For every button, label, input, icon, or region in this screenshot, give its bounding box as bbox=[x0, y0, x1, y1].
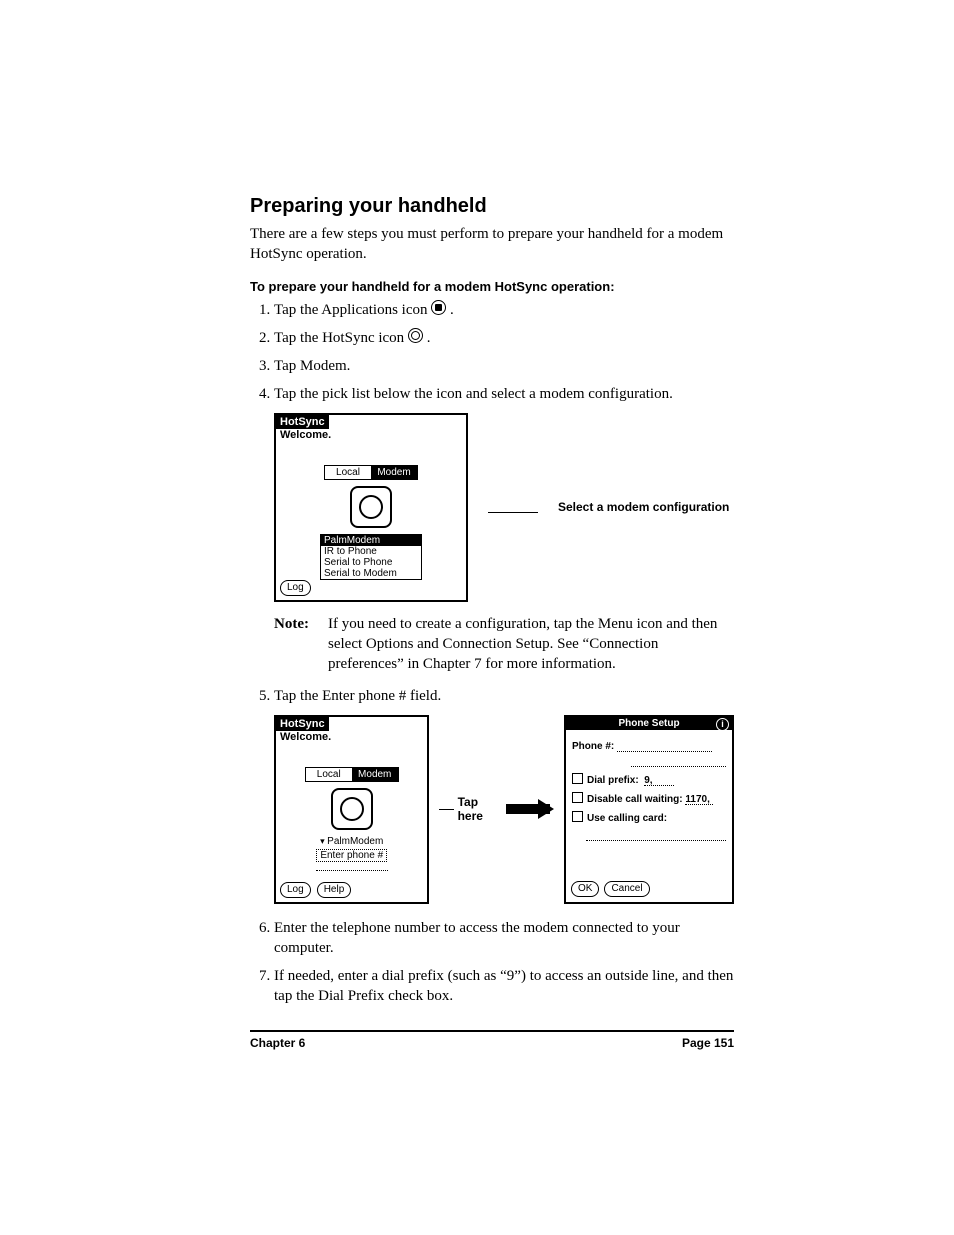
use-calling-card-label: Use calling card: bbox=[587, 813, 667, 824]
picklist-option[interactable]: Serial to Phone bbox=[321, 557, 421, 568]
footer-rule bbox=[250, 1030, 734, 1032]
dial-prefix-checkbox[interactable] bbox=[572, 773, 583, 784]
dial-prefix-value[interactable]: 9, bbox=[644, 775, 674, 786]
step-text: Tap the Applications icon bbox=[274, 302, 431, 318]
log-button[interactable]: Log bbox=[280, 580, 311, 596]
page-footer: Chapter 6 Page 151 bbox=[250, 1030, 734, 1050]
welcome-label: Welcome. bbox=[276, 429, 466, 441]
ok-button[interactable]: OK bbox=[571, 881, 599, 897]
step-text: Tap the HotSync icon bbox=[274, 330, 408, 346]
phone-number-field-2[interactable] bbox=[631, 756, 726, 767]
sync-mode-tabs: Local Modem bbox=[324, 465, 418, 480]
figure-phone-setup: HotSync Welcome. Local Modem PalmModem E… bbox=[274, 715, 734, 904]
sync-button-icon[interactable] bbox=[350, 486, 392, 528]
callout-line bbox=[439, 809, 453, 810]
page-number: Page 151 bbox=[682, 1036, 734, 1050]
disable-call-waiting-label: Disable call waiting: bbox=[587, 794, 683, 805]
figure-hotsync-picklist: HotSync Welcome. Local Modem PalmModem I… bbox=[274, 413, 734, 602]
note-label: Note: bbox=[274, 614, 318, 675]
step-1: Tap the Applications icon . bbox=[274, 300, 734, 320]
sync-mode-tabs: Local Modem bbox=[305, 767, 399, 782]
callout-label: Select a modem configuration bbox=[558, 500, 729, 514]
disable-call-waiting-checkbox[interactable] bbox=[572, 792, 583, 803]
calling-card-field[interactable] bbox=[586, 830, 726, 841]
window-title: HotSync bbox=[276, 415, 329, 429]
step-text: . bbox=[427, 330, 431, 346]
log-button[interactable]: Log bbox=[280, 882, 311, 898]
palm-screen: HotSync Welcome. Local Modem PalmModem I… bbox=[274, 413, 468, 602]
help-button[interactable]: Help bbox=[317, 882, 352, 898]
step-7: If needed, enter a dial prefix (such as … bbox=[274, 966, 734, 1007]
tab-modem[interactable]: Modem bbox=[352, 768, 398, 781]
window-title: HotSync bbox=[276, 717, 329, 731]
picklist-selected[interactable]: PalmModem bbox=[321, 535, 421, 546]
dialog-title-text: Phone Setup bbox=[618, 718, 679, 729]
use-calling-card-checkbox[interactable] bbox=[572, 811, 583, 822]
palm-screen-enter-phone: HotSync Welcome. Local Modem PalmModem E… bbox=[274, 715, 429, 904]
picklist-option[interactable]: IR to Phone bbox=[321, 546, 421, 557]
phone-underline bbox=[316, 864, 388, 871]
step-2: Tap the HotSync icon . bbox=[274, 328, 734, 348]
sync-button-icon[interactable] bbox=[331, 788, 373, 830]
modem-config-trigger[interactable]: PalmModem bbox=[276, 836, 427, 847]
enter-phone-field[interactable]: Enter phone # bbox=[316, 849, 387, 862]
welcome-label: Welcome. bbox=[276, 731, 427, 743]
dialog-title: Phone Setup i bbox=[566, 717, 732, 730]
tab-modem[interactable]: Modem bbox=[371, 466, 417, 479]
info-icon[interactable]: i bbox=[716, 718, 729, 731]
step-3: Tap Modem. bbox=[274, 356, 734, 376]
disable-call-waiting-value[interactable]: 1170, bbox=[685, 794, 713, 805]
arrow-icon bbox=[506, 801, 554, 817]
procedure-subheading: To prepare your handheld for a modem Hot… bbox=[250, 279, 734, 294]
phone-setup-dialog: Phone Setup i Phone #: Dial prefix: 9, D… bbox=[564, 715, 734, 904]
callout-line bbox=[488, 512, 538, 513]
step-5: Tap the Enter phone # field. bbox=[274, 686, 734, 706]
tab-local[interactable]: Local bbox=[325, 466, 371, 479]
note-block: Note: If you need to create a configurat… bbox=[274, 614, 734, 675]
chapter-label: Chapter 6 bbox=[250, 1036, 305, 1050]
step-4: Tap the pick list below the icon and sel… bbox=[274, 384, 734, 404]
note-text: If you need to create a configuration, t… bbox=[328, 614, 734, 675]
dial-prefix-label: Dial prefix: bbox=[587, 775, 639, 786]
tap-here-label: Tap here bbox=[458, 795, 497, 824]
modem-config-picklist[interactable]: PalmModem IR to Phone Serial to Phone Se… bbox=[320, 534, 422, 580]
picklist-option[interactable]: Serial to Modem bbox=[321, 568, 421, 579]
step-text: . bbox=[450, 302, 454, 318]
intro-paragraph: There are a few steps you must perform t… bbox=[250, 224, 734, 265]
phone-number-label: Phone #: bbox=[572, 741, 614, 752]
applications-icon bbox=[431, 300, 446, 315]
step-6: Enter the telephone number to access the… bbox=[274, 918, 734, 959]
cancel-button[interactable]: Cancel bbox=[604, 881, 649, 897]
tab-local[interactable]: Local bbox=[306, 768, 352, 781]
phone-number-field[interactable] bbox=[617, 741, 712, 752]
page-heading: Preparing your handheld bbox=[250, 195, 734, 218]
hotsync-icon bbox=[408, 328, 423, 343]
